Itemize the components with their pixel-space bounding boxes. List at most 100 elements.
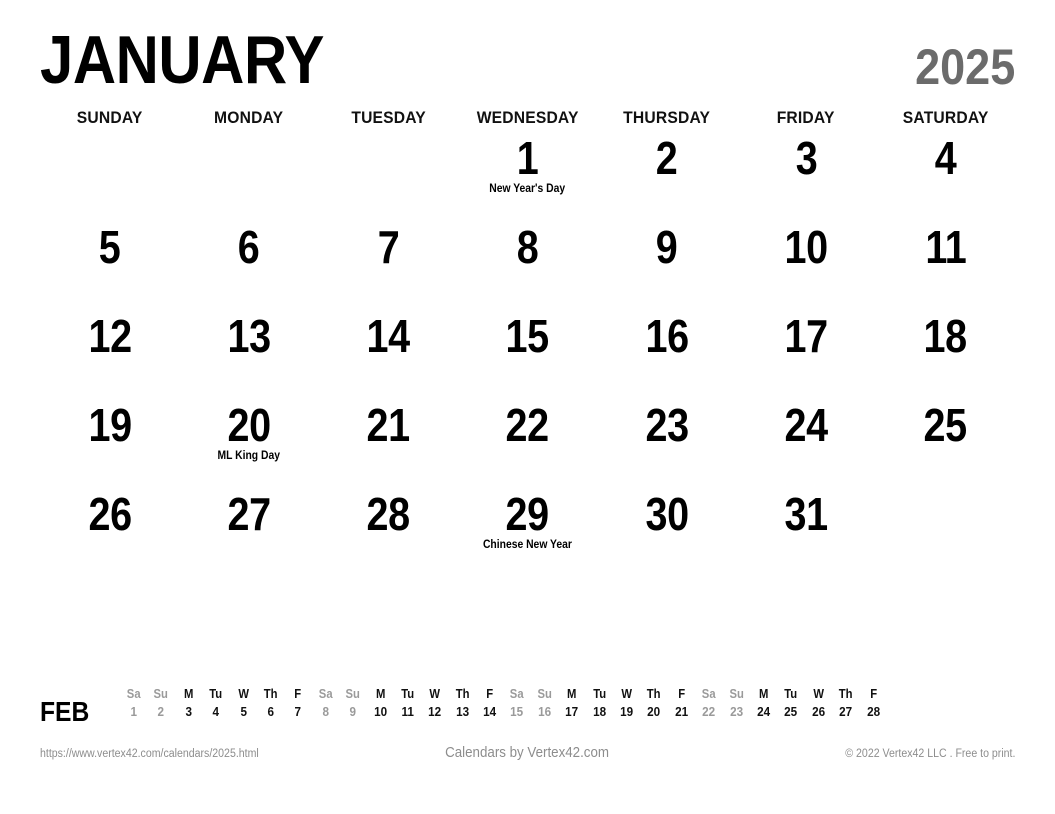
calendar-cell[interactable]: 1 New Year's Day	[458, 132, 597, 221]
calendar-cell[interactable]: 15	[458, 310, 597, 399]
day-number: 15	[505, 310, 550, 362]
day-event-label: Chinese New Year	[482, 539, 572, 552]
calendar-cell[interactable]: 13	[179, 310, 318, 399]
next-month-day[interactable]: F 21	[668, 686, 695, 720]
day-event-label: New Year's Day	[489, 183, 566, 196]
calendar-cell[interactable]: 27	[179, 488, 318, 577]
calendar-cell[interactable]: 17	[736, 310, 875, 399]
next-month-day-number: 17	[565, 703, 579, 719]
next-month-day[interactable]: M3	[175, 686, 202, 720]
next-month-day[interactable]: M 24	[750, 686, 777, 720]
next-month-day-dow: Sa	[318, 687, 333, 701]
next-month-day-dow: Th	[647, 687, 661, 701]
next-month-day[interactable]: Th 27	[832, 686, 859, 720]
calendar-cell[interactable]: 7	[319, 221, 458, 310]
calendar-cell[interactable]: 19	[40, 399, 179, 488]
calendar-cell-empty	[40, 132, 179, 221]
next-month-day[interactable]: Sa 15	[503, 686, 530, 720]
calendar-cell[interactable]: 9	[597, 221, 736, 310]
calendar-cell[interactable]: 6	[179, 221, 318, 310]
day-number: 6	[238, 221, 260, 273]
day-number: 23	[645, 399, 689, 451]
day-number: 11	[924, 221, 966, 273]
calendar-cell[interactable]: 24	[736, 399, 875, 488]
day-number: 24	[784, 399, 828, 451]
next-month-day[interactable]: Tu 11	[394, 686, 421, 720]
next-month-day[interactable]: Su 2	[147, 686, 174, 720]
next-month-day-number: 3	[185, 703, 192, 719]
next-month-day[interactable]: W 19	[613, 686, 640, 720]
next-month-day[interactable]: Sa 8	[312, 686, 339, 720]
next-month-day[interactable]: W5	[230, 686, 257, 720]
next-month-day-dow: Tu	[401, 687, 415, 701]
next-month-day[interactable]: M 17	[558, 686, 585, 720]
next-month-day[interactable]: Tu 18	[586, 686, 613, 720]
next-month-day-number: 4	[212, 703, 220, 719]
next-month-day[interactable]: M 10	[367, 686, 394, 720]
footer-credit[interactable]: Calendars by Vertex42.com	[446, 745, 610, 761]
next-month-day[interactable]: Su 16	[531, 686, 558, 720]
weekday-header: SUNDAY	[76, 108, 143, 127]
calendar-cell[interactable]: 2	[597, 132, 736, 221]
next-month-day[interactable]: Su 23	[723, 686, 750, 720]
next-month-day[interactable]: Tu 4	[202, 686, 229, 720]
next-month-day-number: 21	[674, 703, 689, 719]
weekday-header: WEDNESDAY	[476, 108, 579, 127]
calendar-cell[interactable]: 11	[876, 221, 1015, 310]
next-month-day-dow: Su	[345, 687, 361, 701]
calendar-cell[interactable]: 10	[736, 221, 875, 310]
day-number: 17	[784, 310, 828, 362]
weekday-header: MONDAY	[214, 108, 284, 127]
next-month-day-dow: Th	[263, 687, 278, 701]
day-number: 28	[366, 488, 411, 540]
next-month-day-dow: Su	[153, 687, 169, 701]
calendar-cell[interactable]: 3	[736, 132, 875, 221]
day-number: 1	[516, 132, 539, 184]
day-number: 3	[795, 132, 817, 184]
calendar-cell[interactable]: 18	[876, 310, 1015, 399]
next-month-day-number: 2	[157, 703, 165, 719]
next-month-day[interactable]: F 14	[476, 686, 503, 720]
next-month-day-dow: F	[869, 687, 877, 701]
calendar-cell[interactable]: 23	[597, 399, 736, 488]
day-number: 20	[227, 399, 271, 451]
day-number: 7	[377, 221, 399, 273]
next-month-day[interactable]: Th 20	[640, 686, 667, 720]
next-month-day[interactable]: Tu 25	[777, 686, 804, 720]
next-month-day[interactable]: F7	[284, 686, 311, 720]
calendar-cell[interactable]: 30	[597, 488, 736, 577]
month-title: JANUARY	[40, 22, 324, 99]
calendar-grid: 1 New Year's Day 2 3 4 5 6 7 8 9 10 11 12 13 14 15 16 17 1…	[40, 132, 1015, 577]
next-month-day[interactable]: W 26	[805, 686, 832, 720]
next-month-day[interactable]: Sa 1	[120, 686, 147, 720]
next-month-day[interactable]: Su 9	[339, 686, 366, 720]
next-month-day[interactable]: Th 13	[449, 686, 476, 720]
next-month-day[interactable]: Sa 22	[695, 686, 722, 720]
day-number: 10	[784, 221, 828, 273]
next-month-day-dow: Th	[838, 687, 853, 701]
next-month-days: Sa 1 Su 2 M 3 Tu 4 W 5 Th 6 F 7 Sa 8 Su 9 M 10 Tu 11 W 12 Th 13 F 1…	[112, 686, 1015, 720]
next-month-day[interactable]: Th 6	[257, 686, 284, 720]
calendar-cell[interactable]: 12	[40, 310, 179, 399]
next-month-day-dow: Sa	[126, 687, 141, 701]
next-month-day[interactable]: W 12	[421, 686, 448, 720]
footer-url[interactable]: https://www.vertex42.com/calendars/2025.…	[40, 748, 407, 760]
next-month-day[interactable]: F 28	[860, 686, 887, 720]
calendar-cell[interactable]: 8	[458, 221, 597, 310]
calendar-cell[interactable]: 4	[876, 132, 1015, 221]
calendar-cell[interactable]: 31	[736, 488, 875, 577]
calendar-cell[interactable]: 26	[40, 488, 179, 577]
calendar-cell[interactable]: 14	[319, 310, 458, 399]
calendar-cell[interactable]: 21	[319, 399, 458, 488]
day-number: 21	[366, 399, 411, 451]
calendar-cell[interactable]: 5	[40, 221, 179, 310]
next-month-day-dow: Tu	[209, 687, 223, 701]
next-month-day-dow: W	[237, 687, 249, 701]
next-month-day-number: 12	[428, 703, 442, 719]
calendar-cell[interactable]: 16	[597, 310, 736, 399]
calendar-cell[interactable]: 28	[319, 488, 458, 577]
calendar-cell[interactable]: 22	[458, 399, 597, 488]
calendar-cell[interactable]: 20 ML King Day	[179, 399, 318, 488]
calendar-cell[interactable]: 29 Chinese New Year	[458, 488, 597, 577]
calendar-cell[interactable]: 25	[876, 399, 1015, 488]
